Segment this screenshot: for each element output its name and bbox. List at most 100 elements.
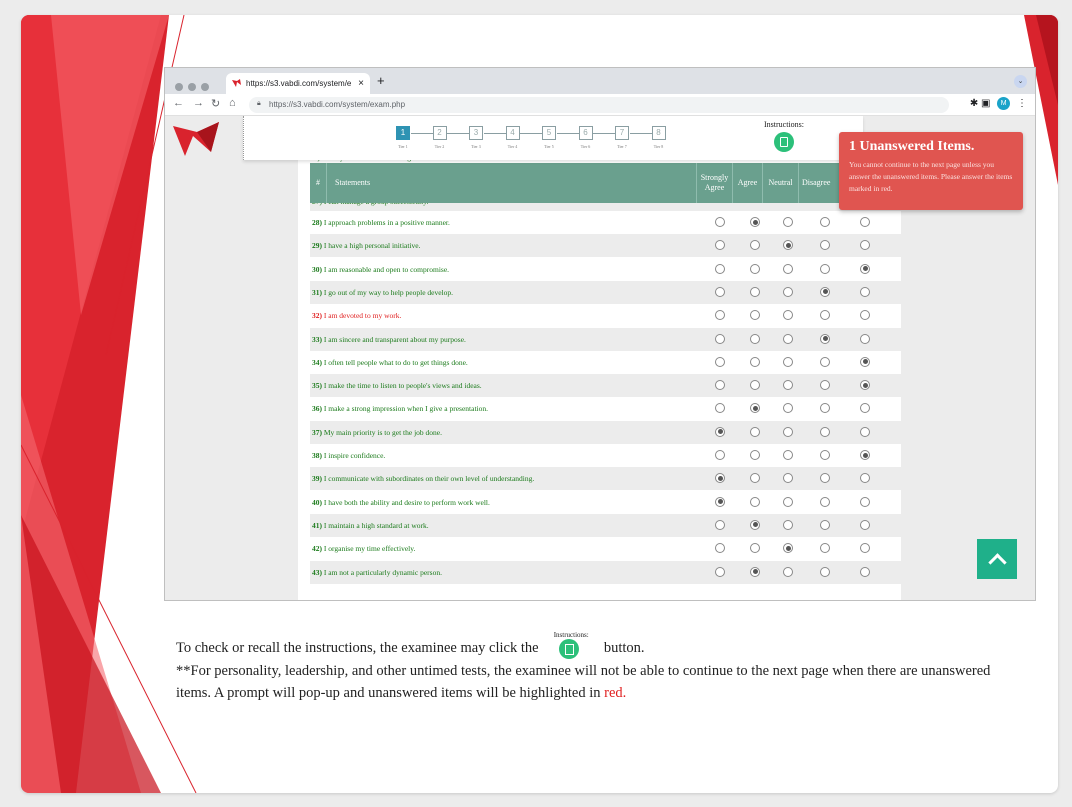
radio-strongly-disagree[interactable] (860, 380, 870, 391)
avatar[interactable]: M (997, 97, 1011, 110)
radio-agree[interactable] (750, 403, 760, 414)
radio-strongly-disagree[interactable] (860, 543, 870, 554)
radio-disagree[interactable] (820, 566, 830, 577)
radio-strongly-agree[interactable] (715, 356, 725, 367)
radio-disagree[interactable] (820, 450, 830, 460)
radio-strongly-disagree[interactable] (860, 356, 870, 367)
radio-strongly-agree[interactable] (715, 566, 725, 577)
radio-strongly-disagree[interactable] (860, 310, 870, 321)
radio-agree[interactable] (750, 356, 760, 367)
statement-label: I make the time to listen to people's vi… (323, 381, 482, 391)
radio-neutral[interactable] (783, 240, 793, 251)
radio-agree[interactable] (750, 310, 760, 321)
radio-neutral[interactable] (783, 380, 793, 391)
radio-strongly-agree[interactable] (715, 450, 725, 460)
radio-strongly-agree[interactable] (715, 310, 725, 321)
radio-strongly-agree[interactable] (715, 519, 725, 530)
radio-strongly-disagree[interactable] (860, 403, 870, 414)
radio-neutral[interactable] (783, 263, 793, 274)
radio-strongly-disagree[interactable] (860, 426, 870, 437)
statement-text: 30) I am reasonable and open to compromi… (312, 265, 449, 274)
radio-strongly-disagree[interactable] (860, 286, 870, 297)
home-icon[interactable]: ⌂ (229, 97, 236, 109)
radio-disagree[interactable] (820, 380, 830, 391)
kebab-menu-icon[interactable]: ⋮ (1017, 98, 1027, 109)
radio-agree[interactable] (750, 240, 760, 251)
radio-strongly-agree[interactable] (715, 543, 725, 554)
radio-disagree[interactable] (820, 403, 830, 414)
radio-agree[interactable] (750, 333, 760, 344)
radio-agree[interactable] (750, 380, 760, 391)
radio-neutral[interactable] (783, 217, 793, 227)
radio-neutral[interactable] (783, 543, 793, 554)
radio-strongly-disagree[interactable] (860, 473, 870, 484)
radio-agree[interactable] (750, 450, 760, 460)
radio-strongly-disagree[interactable] (860, 263, 870, 274)
radio-neutral[interactable] (783, 356, 793, 367)
radio-neutral[interactable] (783, 426, 793, 437)
radio-neutral[interactable] (783, 473, 793, 484)
radio-strongly-agree[interactable] (715, 380, 725, 391)
radio-strongly-disagree[interactable] (860, 217, 870, 227)
radio-strongly-agree[interactable] (715, 217, 725, 227)
radio-disagree[interactable] (820, 240, 830, 251)
instructions-button[interactable] (774, 132, 794, 152)
radio-neutral[interactable] (783, 403, 793, 414)
address-bar[interactable]: 🔒︎ https://s3.vabdi.com/system/exam.php (249, 97, 949, 113)
radio-strongly-agree[interactable] (715, 426, 725, 437)
radio-disagree[interactable] (820, 263, 830, 274)
browser-tab[interactable]: https://s3.vabdi.com/system/e × (226, 73, 370, 94)
radio-strongly-disagree[interactable] (860, 240, 870, 251)
radio-disagree[interactable] (820, 217, 830, 227)
radio-agree[interactable] (750, 496, 760, 507)
radio-strongly-disagree[interactable] (860, 519, 870, 530)
radio-disagree[interactable] (820, 356, 830, 367)
radio-neutral[interactable] (783, 286, 793, 297)
radio-disagree[interactable] (820, 473, 830, 484)
radio-strongly-agree[interactable] (715, 286, 725, 297)
close-tab-icon[interactable]: × (358, 78, 364, 89)
radio-strongly-disagree[interactable] (860, 496, 870, 507)
radio-strongly-agree[interactable] (715, 403, 725, 414)
new-tab-button[interactable]: + (377, 74, 385, 87)
radio-disagree[interactable] (820, 519, 830, 530)
radio-disagree[interactable] (820, 333, 830, 344)
radio-agree[interactable] (750, 473, 760, 484)
radio-agree[interactable] (750, 566, 760, 577)
radio-strongly-agree[interactable] (715, 473, 725, 484)
radio-strongly-agree[interactable] (715, 263, 725, 274)
forward-icon[interactable]: → (193, 97, 204, 109)
radio-neutral[interactable] (783, 450, 793, 460)
extensions-icon[interactable]: ✱ (970, 98, 978, 109)
radio-agree[interactable] (750, 217, 760, 227)
sidebar-icon[interactable]: ▣ (981, 98, 990, 109)
radio-neutral[interactable] (783, 333, 793, 344)
radio-strongly-disagree[interactable] (860, 333, 870, 344)
reload-icon[interactable]: ↻ (211, 97, 220, 110)
table-row: 31) I go out of my way to help people de… (310, 280, 901, 304)
radio-strongly-agree[interactable] (715, 240, 725, 251)
radio-neutral[interactable] (783, 566, 793, 577)
radio-neutral[interactable] (783, 496, 793, 507)
tab-search-icon[interactable]: ⌄ (1014, 75, 1027, 88)
radio-strongly-agree[interactable] (715, 496, 725, 507)
radio-disagree[interactable] (820, 426, 830, 437)
radio-strongly-disagree[interactable] (860, 566, 870, 577)
radio-strongly-agree[interactable] (715, 333, 725, 344)
radio-agree[interactable] (750, 286, 760, 297)
radio-disagree[interactable] (820, 310, 830, 321)
back-icon[interactable]: ← (173, 97, 184, 109)
radio-neutral[interactable] (783, 519, 793, 530)
statement-label: I make a strong impression when I give a… (323, 404, 488, 414)
radio-disagree[interactable] (820, 496, 830, 507)
radio-disagree[interactable] (820, 543, 830, 554)
radio-agree[interactable] (750, 426, 760, 437)
radio-neutral[interactable] (783, 310, 793, 321)
caption-line-2: **For personality, leadership, and other… (176, 660, 1026, 704)
radio-agree[interactable] (750, 263, 760, 274)
radio-disagree[interactable] (820, 286, 830, 297)
scroll-to-top-button[interactable] (977, 539, 1017, 579)
radio-agree[interactable] (750, 543, 760, 554)
radio-strongly-disagree[interactable] (860, 450, 870, 460)
radio-agree[interactable] (750, 519, 760, 530)
